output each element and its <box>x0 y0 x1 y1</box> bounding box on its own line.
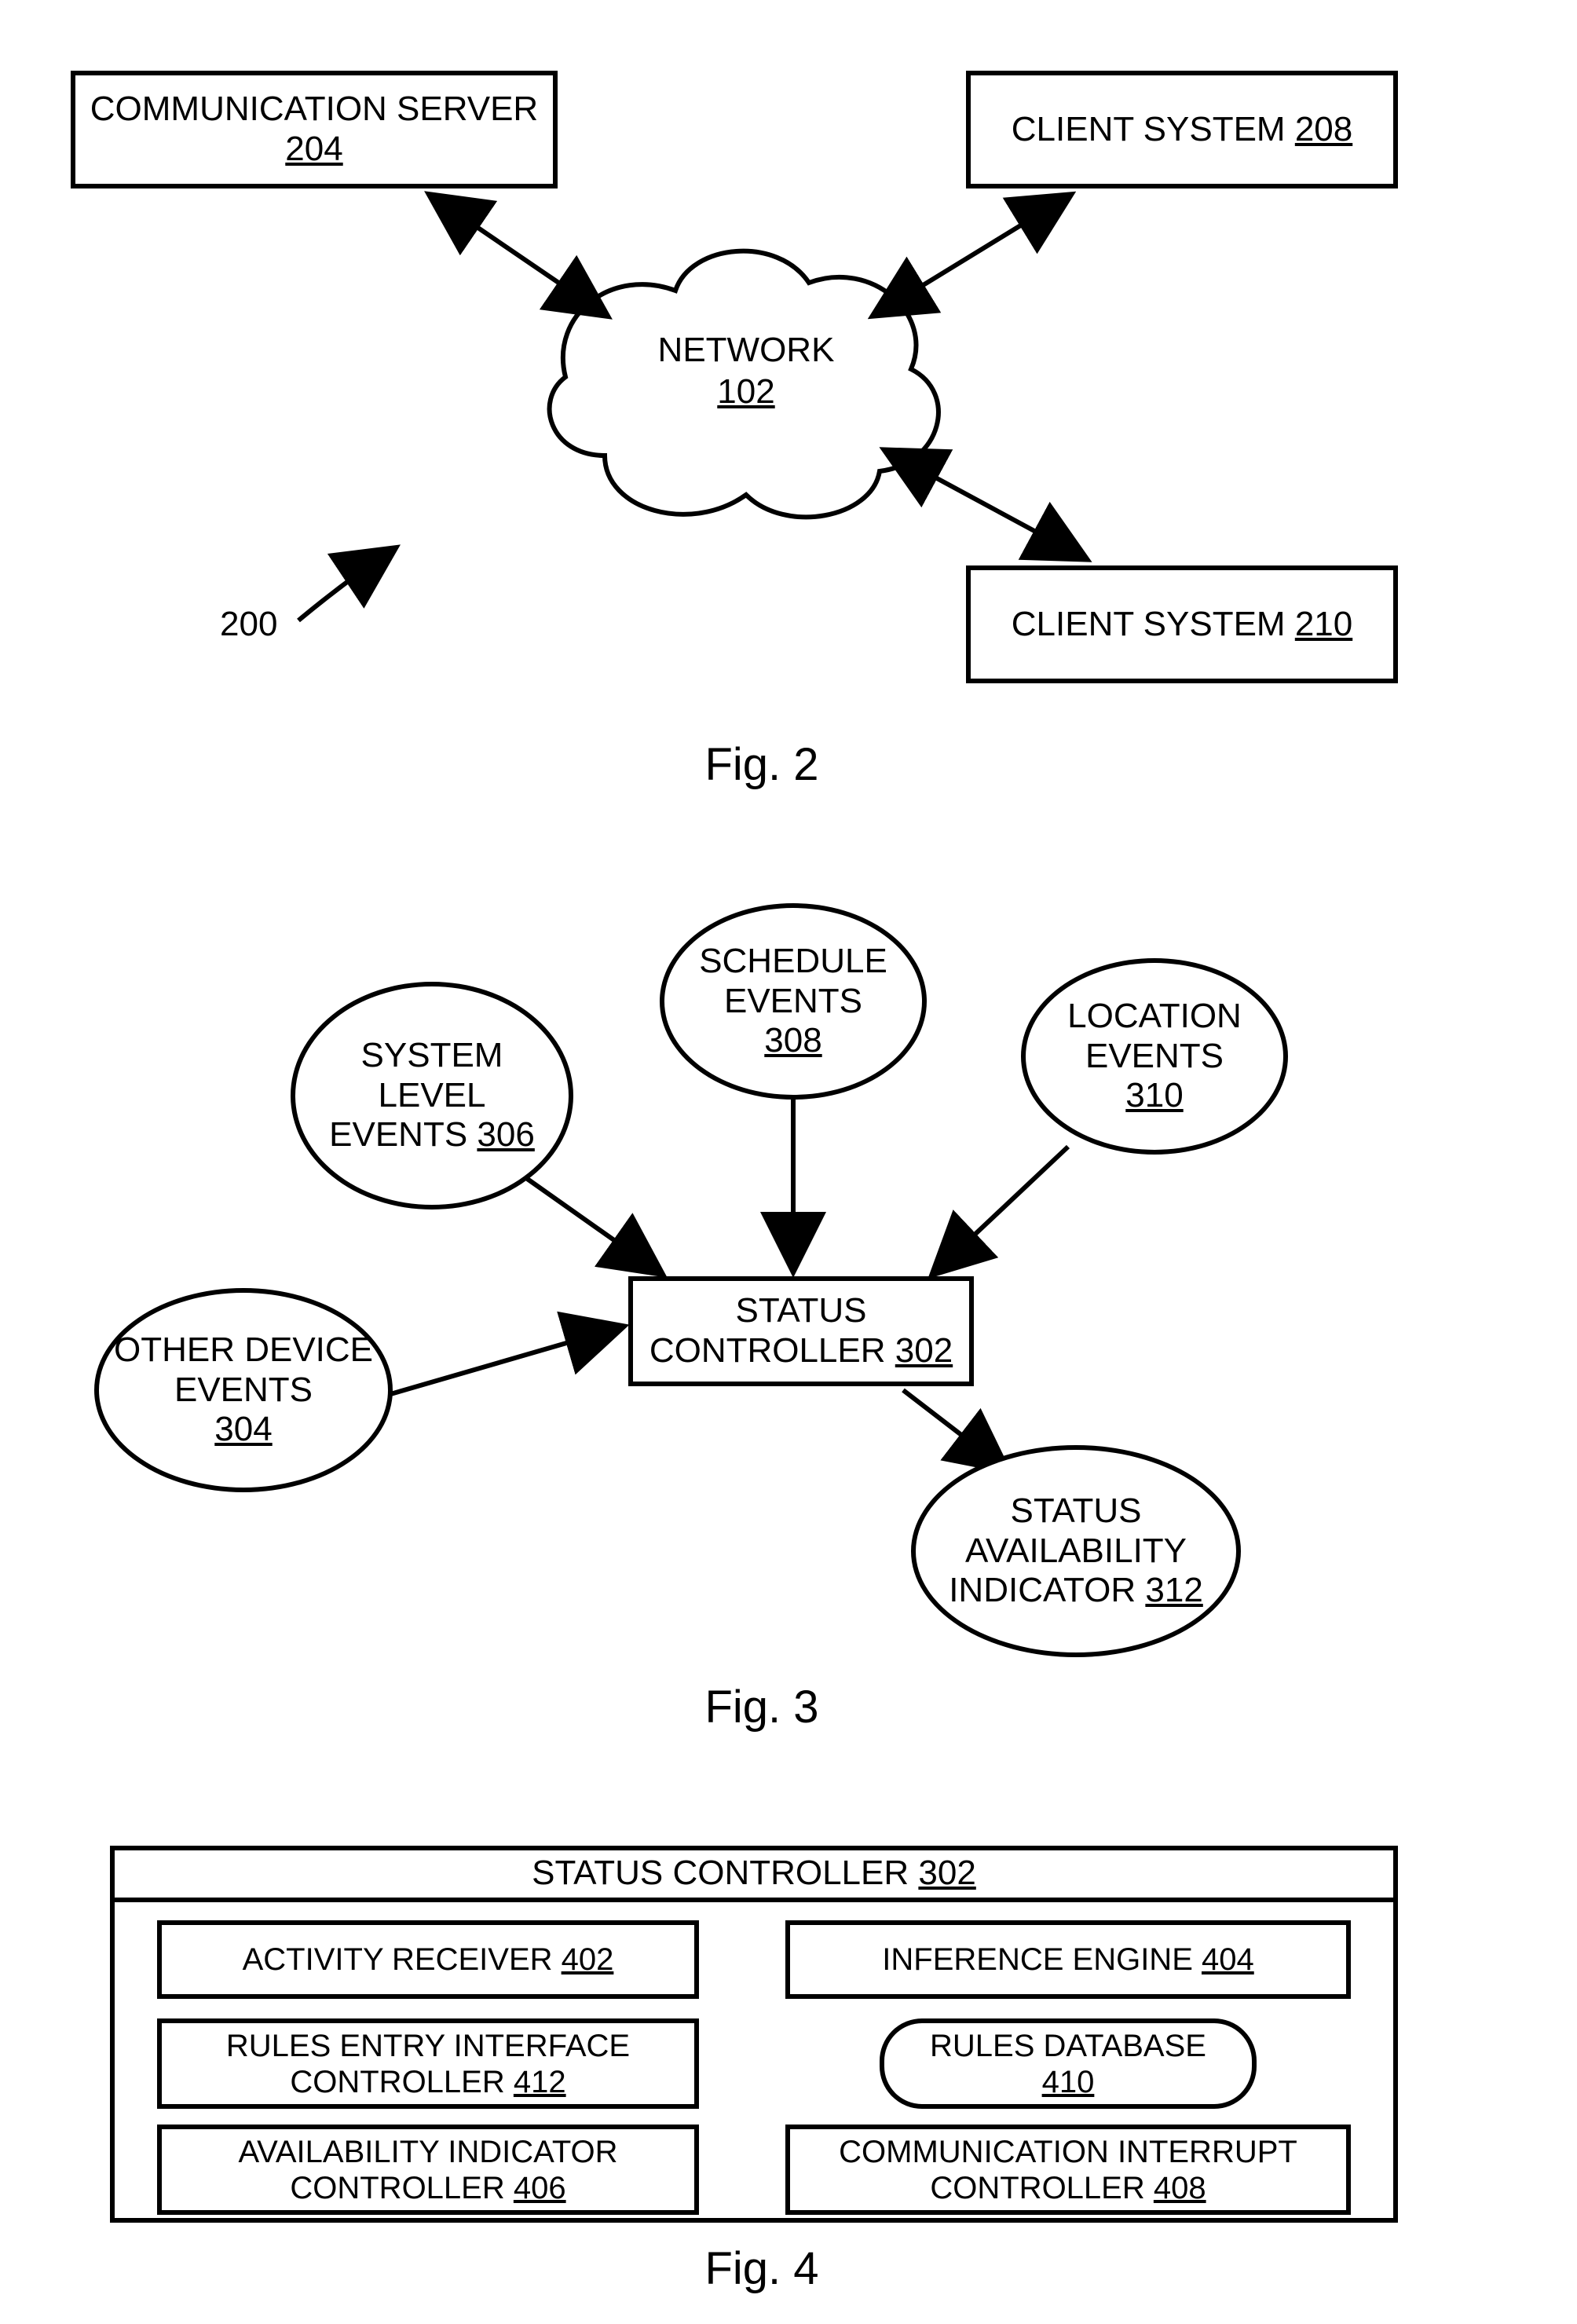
fig3-location-ellipse: LOCATION EVENTS 310 <box>1021 958 1288 1155</box>
fig3-location-label: LOCATION EVENTS 310 <box>1067 997 1242 1116</box>
fig2-comm-server-label: COMMUNICATION SERVER 204 <box>82 90 547 169</box>
fig3-system-level-label: SYSTEM LEVEL EVENTS 306 <box>329 1036 535 1155</box>
fig3-status-controller-box: STATUS CONTROLLER 302 <box>628 1276 974 1386</box>
fig3-other-device-ellipse: OTHER DEVICE EVENTS 304 <box>94 1288 393 1492</box>
fig4-rules-entry-label: RULES ENTRY INTERFACE CONTROLLER 412 <box>226 2028 630 2100</box>
fig3-status-indicator-label: STATUS AVAILABILITY INDICATOR 312 <box>949 1491 1203 1611</box>
fig3-status-indicator-ellipse: STATUS AVAILABILITY INDICATOR 312 <box>911 1445 1241 1657</box>
fig3-schedule-ellipse: SCHEDULE EVENTS 308 <box>660 903 927 1100</box>
fig4-title: STATUS CONTROLLER 302 <box>110 1854 1398 1893</box>
page: COMMUNICATION SERVER 204 CLIENT SYSTEM 2… <box>0 0 1577 2324</box>
fig4-comm-interrupt-box: COMMUNICATION INTERRUPT CONTROLLER 408 <box>785 2125 1351 2215</box>
fig2-ref-num: 200 <box>220 605 277 644</box>
fig4-comm-interrupt-label: COMMUNICATION INTERRUPT CONTROLLER 408 <box>839 2134 1297 2206</box>
fig2-client2-box: CLIENT SYSTEM 210 <box>966 565 1398 683</box>
fig2-comm-server-box: COMMUNICATION SERVER 204 <box>71 71 558 188</box>
fig4-avail-indicator-box: AVAILABILITY INDICATOR CONTROLLER 406 <box>157 2125 699 2215</box>
fig2-network-label: NETWORK 102 <box>644 330 848 413</box>
fig4-rules-db-label: RULES DATABASE 410 <box>930 2028 1206 2100</box>
fig3-schedule-label: SCHEDULE EVENTS 308 <box>699 942 887 1061</box>
fig4-inference-engine-box: INFERENCE ENGINE 404 <box>785 1920 1351 1999</box>
fig3-other-device-label: OTHER DEVICE EVENTS 304 <box>114 1330 373 1450</box>
fig4-activity-receiver-label: ACTIVITY RECEIVER 402 <box>243 1942 614 1978</box>
fig4-rules-db-box: RULES DATABASE 410 <box>880 2018 1257 2109</box>
fig4-avail-indicator-label: AVAILABILITY INDICATOR CONTROLLER 406 <box>238 2134 617 2206</box>
fig3-status-controller-label: STATUS CONTROLLER 302 <box>649 1291 953 1371</box>
fig2-client1-label: CLIENT SYSTEM 208 <box>1012 110 1352 150</box>
fig4-rules-entry-box: RULES ENTRY INTERFACE CONTROLLER 412 <box>157 2018 699 2109</box>
fig4-inference-engine-label: INFERENCE ENGINE 404 <box>882 1942 1253 1978</box>
fig2-caption: Fig. 2 <box>683 738 840 791</box>
fig4-caption: Fig. 4 <box>683 2242 840 2295</box>
fig3-caption: Fig. 3 <box>683 1681 840 1733</box>
fig2-client1-box: CLIENT SYSTEM 208 <box>966 71 1398 188</box>
fig4-title-divider <box>115 1898 1393 1902</box>
fig4-activity-receiver-box: ACTIVITY RECEIVER 402 <box>157 1920 699 1999</box>
fig3-system-level-ellipse: SYSTEM LEVEL EVENTS 306 <box>291 982 573 1210</box>
fig2-client2-label: CLIENT SYSTEM 210 <box>1012 605 1352 645</box>
